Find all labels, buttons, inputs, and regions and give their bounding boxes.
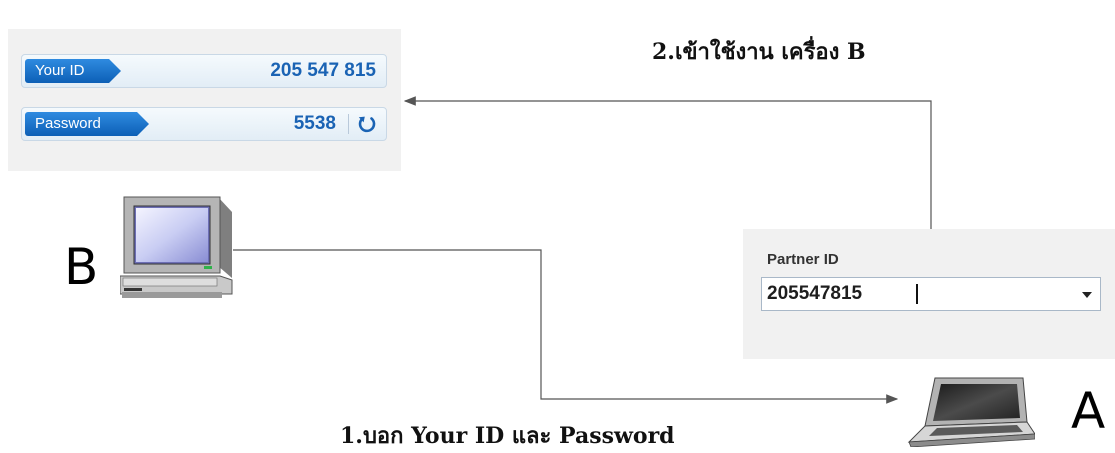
id-password-panel: Your ID 205 547 815 Password 5538 xyxy=(8,29,401,171)
connector-a-to-b-panel xyxy=(403,96,932,229)
password-row: Password 5538 xyxy=(21,107,387,141)
password-separator xyxy=(348,114,349,134)
step1-caption: 1.บอก Your ID และ Password xyxy=(340,423,675,449)
password-value: 5538 xyxy=(293,113,336,134)
dropdown-arrow-icon[interactable] xyxy=(1082,292,1092,298)
refresh-icon[interactable] xyxy=(357,114,377,134)
your-id-row: Your ID 205 547 815 xyxy=(21,54,387,88)
partner-id-field[interactable]: 205547815 xyxy=(761,277,1101,311)
your-id-tag: Your ID xyxy=(25,59,121,83)
partner-id-label: Partner ID xyxy=(767,251,839,268)
desktop-computer-icon xyxy=(120,196,233,298)
partner-id-value: 205547815 xyxy=(767,283,863,304)
your-id-value: 205 547 815 xyxy=(270,60,376,81)
password-tag: Password xyxy=(25,112,149,136)
step2-caption: 2.เข้าใช้งาน เครื่อง B xyxy=(652,39,866,65)
machine-b-label: B xyxy=(64,238,99,296)
text-caret xyxy=(916,284,918,304)
machine-a-label: A xyxy=(1071,382,1106,440)
partner-id-panel: Partner ID 205547815 xyxy=(743,229,1115,359)
laptop-icon xyxy=(907,377,1035,447)
